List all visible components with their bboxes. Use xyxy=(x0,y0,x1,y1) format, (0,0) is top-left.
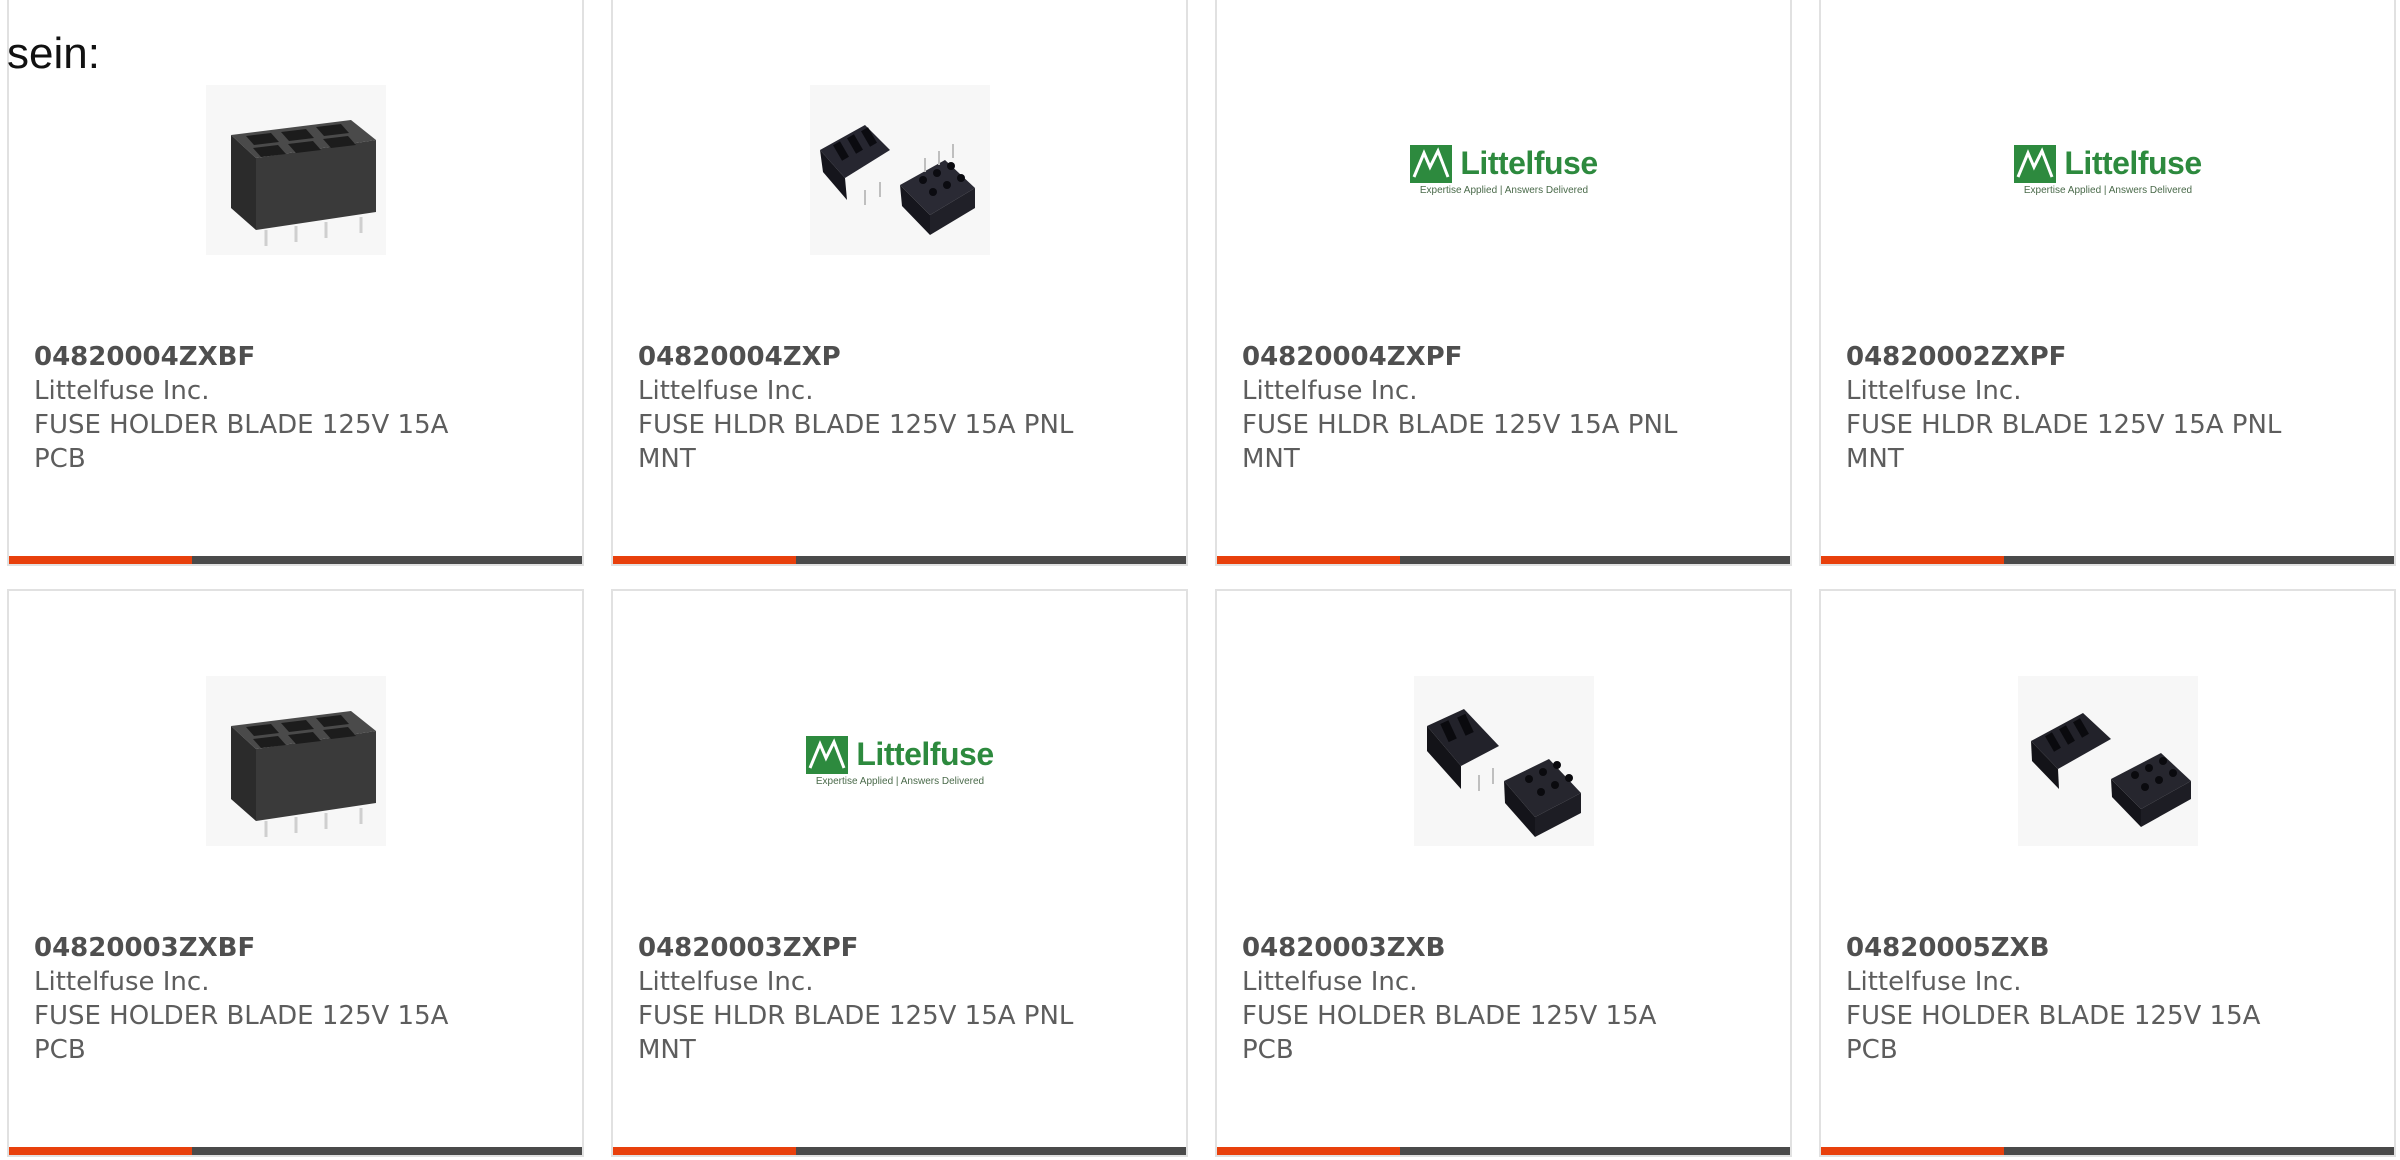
card-accent-bar xyxy=(1821,556,2004,564)
product-image[interactable] xyxy=(799,70,1001,270)
card-accent-bar xyxy=(1821,1147,2004,1155)
part-number-link[interactable]: 04820005ZXB xyxy=(1846,931,2316,965)
product-info: 04820004ZXPF Littelfuse Inc. FUSE HLDR B… xyxy=(1242,340,1712,476)
card-accent-bar xyxy=(1217,556,1400,564)
manufacturer-name: Littelfuse Inc. xyxy=(638,967,814,997)
product-card[interactable]: 04820005ZXB Littelfuse Inc. FUSE HOLDER … xyxy=(1819,589,2396,1157)
fuse-holder-pair-image xyxy=(810,85,990,255)
product-description: FUSE HLDR BLADE 125V 15A PNL MNT xyxy=(638,1001,1074,1065)
part-number-link[interactable]: 04820004ZXPF xyxy=(1242,340,1712,374)
product-info: 04820004ZXP Littelfuse Inc. FUSE HLDR BL… xyxy=(638,340,1108,476)
product-description: FUSE HOLDER BLADE 125V 15A PCB xyxy=(1242,1001,1657,1065)
product-description: FUSE HOLDER BLADE 125V 15A PCB xyxy=(34,410,449,474)
card-footer-bar xyxy=(1217,556,1790,564)
littelfuse-logo: Littelfuse Expertise Applied | Answers D… xyxy=(1403,144,1605,196)
fuse-holder-pair-image xyxy=(2018,676,2198,846)
product-card[interactable]: 04820003ZXBF Littelfuse Inc. FUSE HOLDER… xyxy=(7,589,584,1157)
manufacturer-name: Littelfuse Inc. xyxy=(1242,967,1418,997)
card-accent-bar xyxy=(9,556,192,564)
logo-wordmark: Littelfuse xyxy=(856,736,994,772)
card-footer-bar xyxy=(613,556,1186,564)
littelfuse-logo-mark-icon xyxy=(806,735,849,774)
product-card[interactable]: 04820004ZXBF Littelfuse Inc. FUSE HOLDER… xyxy=(7,0,584,566)
manufacturer-name: Littelfuse Inc. xyxy=(638,376,814,406)
product-listing-page: sein: 04820004ZXBF Littelfuse Inc. FUSE … xyxy=(0,0,2400,1160)
product-info: 04820003ZXPF Littelfuse Inc. FUSE HLDR B… xyxy=(638,931,1108,1067)
littelfuse-logo-mark-icon xyxy=(1410,144,1453,183)
product-card[interactable]: Littelfuse Expertise Applied | Answers D… xyxy=(611,589,1188,1157)
product-description: FUSE HOLDER BLADE 125V 15A PCB xyxy=(1846,1001,2261,1065)
card-footer-bar xyxy=(9,1147,582,1155)
manufacturer-name: Littelfuse Inc. xyxy=(1242,376,1418,406)
product-description: FUSE HOLDER BLADE 125V 15A PCB xyxy=(34,1001,449,1065)
product-image[interactable]: Littelfuse Expertise Applied | Answers D… xyxy=(2007,70,2209,270)
product-description: FUSE HLDR BLADE 125V 15A PNL MNT xyxy=(1242,410,1678,474)
product-image[interactable]: Littelfuse Expertise Applied | Answers D… xyxy=(1403,70,1605,270)
part-number-link[interactable]: 04820004ZXBF xyxy=(34,340,504,374)
littelfuse-logo: Littelfuse Expertise Applied | Answers D… xyxy=(799,735,1001,787)
card-footer-bar xyxy=(1217,1147,1790,1155)
card-accent-bar xyxy=(9,1147,192,1155)
fuse-holder-pair-image xyxy=(1414,676,1594,846)
part-number-link[interactable]: 04820003ZXB xyxy=(1242,931,1712,965)
card-footer-bar xyxy=(1821,556,2394,564)
part-number-link[interactable]: 04820004ZXP xyxy=(638,340,1108,374)
card-accent-bar xyxy=(1217,1147,1400,1155)
part-number-link[interactable]: 04820002ZXPF xyxy=(1846,340,2316,374)
card-footer-bar xyxy=(9,556,582,564)
littelfuse-logo: Littelfuse Expertise Applied | Answers D… xyxy=(2007,144,2209,196)
intro-text: sein: xyxy=(7,29,100,78)
card-accent-bar xyxy=(613,1147,796,1155)
card-accent-bar xyxy=(613,556,796,564)
manufacturer-name: Littelfuse Inc. xyxy=(1846,967,2022,997)
product-info: 04820005ZXB Littelfuse Inc. FUSE HOLDER … xyxy=(1846,931,2316,1067)
manufacturer-name: Littelfuse Inc. xyxy=(1846,376,2022,406)
logo-tagline: Expertise Applied | Answers Delivered xyxy=(2023,184,2193,196)
product-description: FUSE HLDR BLADE 125V 15A PNL MNT xyxy=(638,410,1074,474)
product-card[interactable]: 04820004ZXP Littelfuse Inc. FUSE HLDR BL… xyxy=(611,0,1188,566)
logo-tagline: Expertise Applied | Answers Delivered xyxy=(815,775,985,787)
part-number-link[interactable]: 04820003ZXBF xyxy=(34,931,504,965)
product-description: FUSE HLDR BLADE 125V 15A PNL MNT xyxy=(1846,410,2282,474)
product-image[interactable] xyxy=(1403,661,1605,861)
product-card[interactable]: Littelfuse Expertise Applied | Answers D… xyxy=(1819,0,2396,566)
product-info: 04820002ZXPF Littelfuse Inc. FUSE HLDR B… xyxy=(1846,340,2316,476)
fuse-holder-pcb-image xyxy=(206,85,386,255)
manufacturer-name: Littelfuse Inc. xyxy=(34,376,210,406)
littelfuse-logo-mark-icon xyxy=(2014,144,2057,183)
card-footer-bar xyxy=(613,1147,1186,1155)
product-image[interactable] xyxy=(195,661,397,861)
product-info: 04820004ZXBF Littelfuse Inc. FUSE HOLDER… xyxy=(34,340,504,476)
fuse-holder-pcb-image xyxy=(206,676,386,846)
card-footer-bar xyxy=(1821,1147,2394,1155)
product-info: 04820003ZXBF Littelfuse Inc. FUSE HOLDER… xyxy=(34,931,504,1067)
manufacturer-name: Littelfuse Inc. xyxy=(34,967,210,997)
logo-wordmark: Littelfuse xyxy=(1460,145,1598,181)
product-card[interactable]: Littelfuse Expertise Applied | Answers D… xyxy=(1215,0,1792,566)
product-grid: 04820004ZXBF Littelfuse Inc. FUSE HOLDER… xyxy=(0,0,2400,1160)
product-card[interactable]: 04820003ZXB Littelfuse Inc. FUSE HOLDER … xyxy=(1215,589,1792,1157)
part-number-link[interactable]: 04820003ZXPF xyxy=(638,931,1108,965)
logo-wordmark: Littelfuse xyxy=(2064,145,2202,181)
product-image[interactable] xyxy=(195,70,397,270)
product-info: 04820003ZXB Littelfuse Inc. FUSE HOLDER … xyxy=(1242,931,1712,1067)
logo-tagline: Expertise Applied | Answers Delivered xyxy=(1419,184,1589,196)
product-image[interactable]: Littelfuse Expertise Applied | Answers D… xyxy=(799,661,1001,861)
product-image[interactable] xyxy=(2007,661,2209,861)
